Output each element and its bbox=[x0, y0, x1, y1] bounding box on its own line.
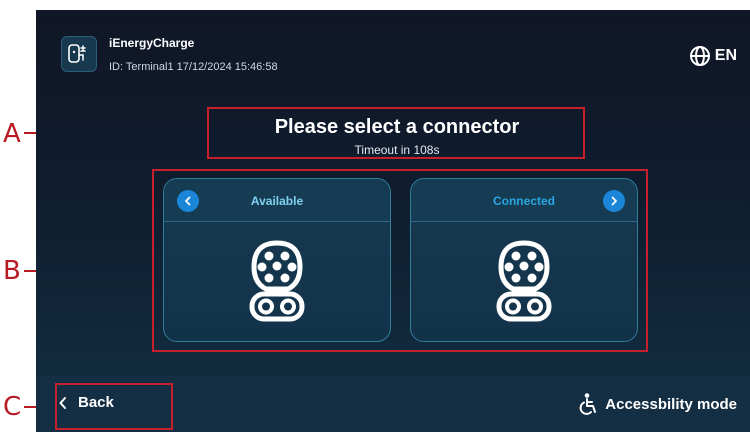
terminal-info: ID: Terminal1 17/12/2024 15:46:58 bbox=[109, 61, 278, 73]
header: iEnergyCharge ID: Terminal1 17/12/2024 1… bbox=[36, 10, 750, 90]
annotation-label-c: C bbox=[3, 392, 22, 422]
app-name: iEnergyCharge bbox=[109, 36, 195, 50]
annotation-box-b bbox=[152, 169, 648, 352]
charger-logo-icon bbox=[61, 36, 97, 72]
annotation-label-b: B bbox=[3, 256, 21, 286]
annotation-box-a bbox=[207, 107, 585, 159]
language-selector[interactable]: EN bbox=[689, 45, 737, 67]
accessibility-mode-button[interactable]: Accessbility mode bbox=[577, 392, 737, 416]
globe-icon bbox=[689, 46, 710, 66]
annotation-box-c bbox=[55, 383, 173, 430]
annotation-label-a: A bbox=[3, 119, 21, 149]
accessibility-label: Accessbility mode bbox=[605, 395, 737, 413]
language-code: EN bbox=[714, 47, 737, 64]
accessibility-icon bbox=[579, 393, 597, 415]
